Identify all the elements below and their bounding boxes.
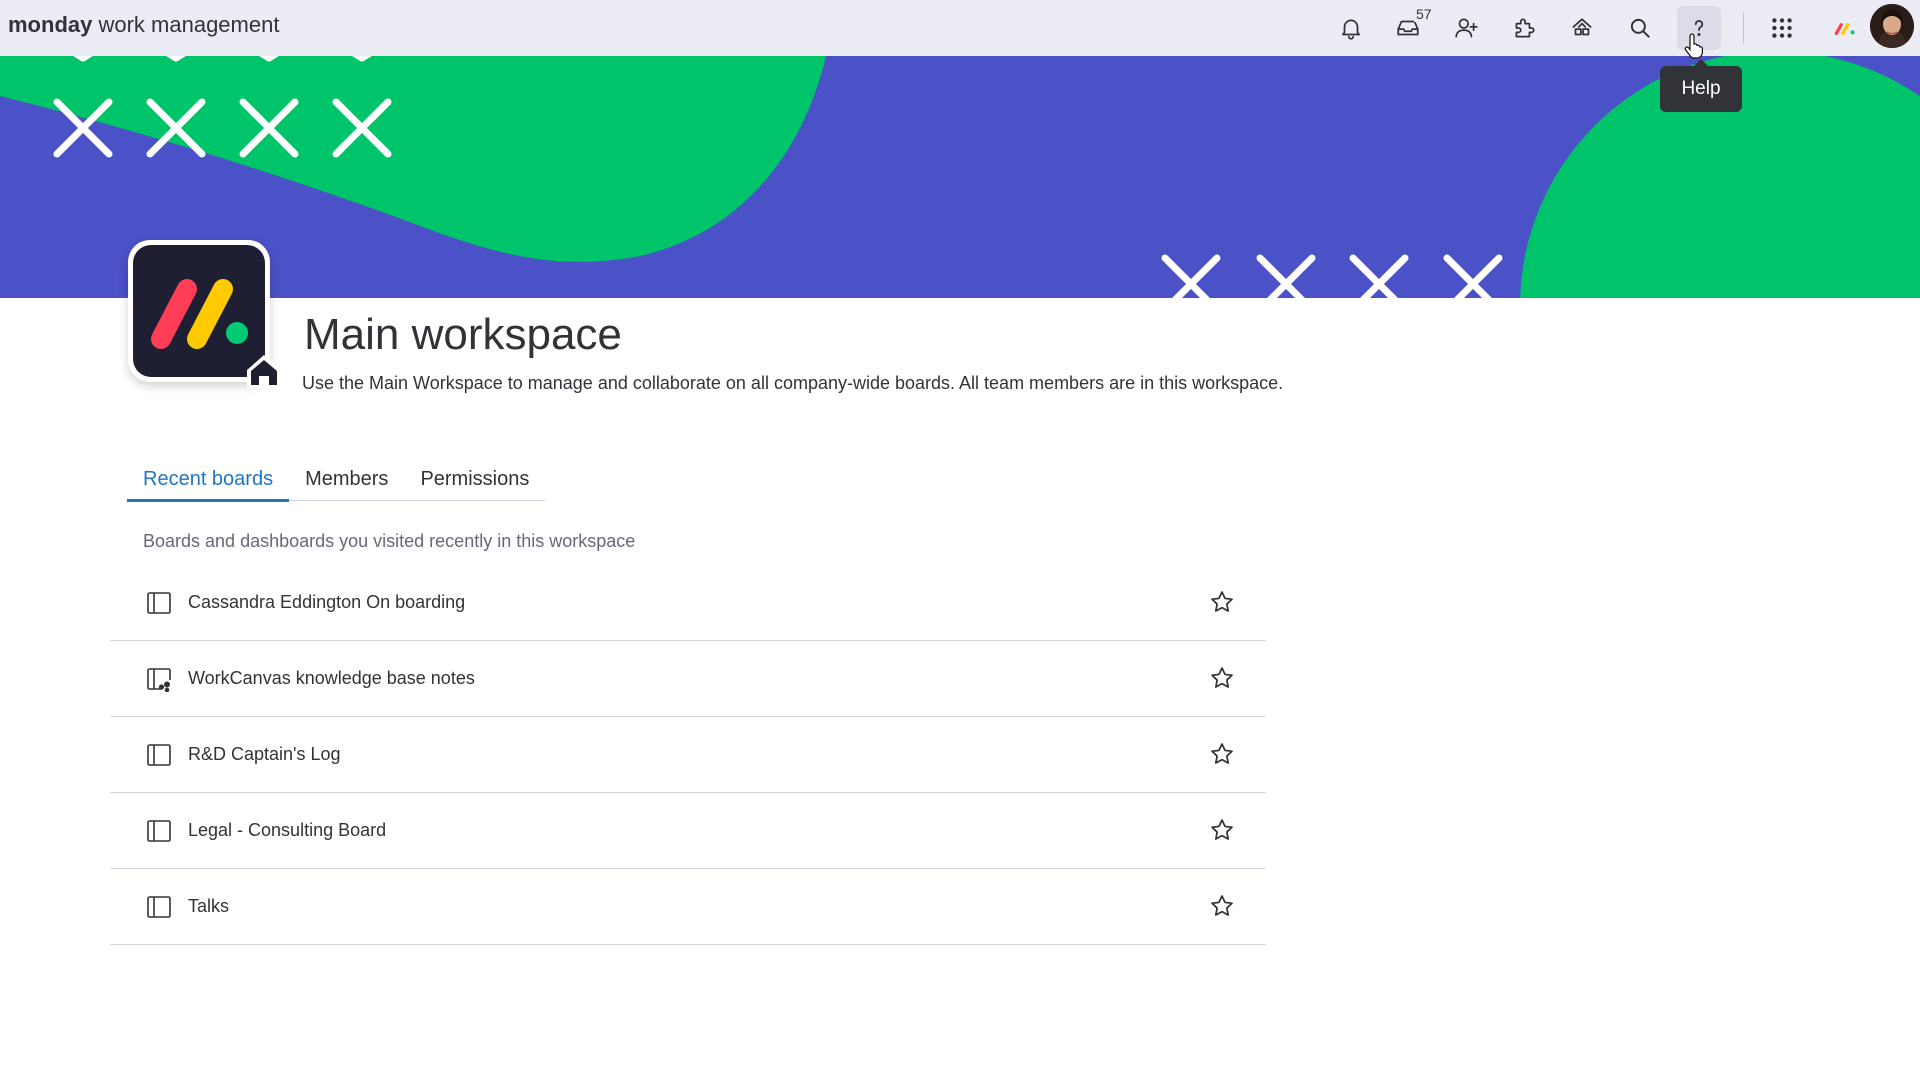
- app-switcher-button[interactable]: [1760, 6, 1804, 50]
- tab-recent-boards[interactable]: Recent boards: [127, 462, 290, 502]
- board-row[interactable]: Talks: [110, 869, 1266, 945]
- brand-product: work management: [92, 12, 280, 37]
- recent-boards-list: Cassandra Eddington On boarding WorkCanv…: [110, 565, 1266, 945]
- board-row[interactable]: WorkCanvas knowledge base notes: [110, 641, 1266, 717]
- banner-graphic: [0, 56, 1920, 298]
- favorite-star-icon[interactable]: [1209, 741, 1235, 767]
- brand-logo[interactable]: monday work management: [8, 12, 279, 38]
- search-icon: [1630, 18, 1650, 38]
- apps-marketplace-icon: [1515, 18, 1535, 38]
- favorite-star-icon[interactable]: [1209, 665, 1235, 691]
- board-icon: [147, 896, 171, 918]
- shared-board-icon: [147, 668, 171, 692]
- monday-products-icon: [1834, 23, 1855, 36]
- tab-members[interactable]: Members: [289, 462, 404, 500]
- top-bar: monday work management 57: [0, 0, 1920, 56]
- avatar-portrait: [1870, 4, 1914, 48]
- board-icon: [147, 820, 171, 842]
- app-switcher-icon: [1772, 18, 1792, 38]
- notifications-button[interactable]: [1329, 6, 1373, 50]
- board-name: R&D Captain's Log: [188, 744, 341, 764]
- invite-members-icon: [1455, 18, 1478, 38]
- workspaces-icon: [1572, 18, 1592, 36]
- brand-name: monday: [8, 12, 93, 37]
- workspaces-button[interactable]: [1560, 6, 1604, 50]
- favorite-star-icon[interactable]: [1209, 817, 1235, 843]
- board-row[interactable]: Legal - Consulting Board: [110, 793, 1266, 869]
- board-row[interactable]: Cassandra Eddington On boarding: [110, 565, 1266, 641]
- tab-permissions[interactable]: Permissions: [404, 462, 545, 500]
- inbox-button[interactable]: 57: [1386, 6, 1434, 50]
- help-tooltip: Help: [1660, 59, 1742, 112]
- board-icon: [147, 744, 171, 766]
- inbox-count-badge: 57: [1414, 6, 1434, 22]
- board-name: Legal - Consulting Board: [188, 820, 387, 840]
- board-name: Cassandra Eddington On boarding: [188, 592, 466, 612]
- workspace-banner: [0, 56, 1920, 298]
- hand-cursor-icon: [1684, 33, 1703, 59]
- recent-boards-caption: Boards and dashboards you visited recent…: [143, 531, 636, 551]
- workspace-title: Main workspace: [304, 310, 622, 359]
- board-row[interactable]: R&D Captain's Log: [110, 717, 1266, 793]
- invite-members-button[interactable]: [1444, 6, 1488, 50]
- notifications-bell-icon: [1342, 19, 1360, 40]
- board-name: WorkCanvas knowledge base notes: [188, 668, 475, 688]
- board-icon: [147, 592, 171, 614]
- board-name: Talks: [188, 896, 230, 916]
- workspace-tabs: Recent boards Members Permissions: [127, 462, 546, 502]
- user-avatar[interactable]: [1870, 4, 1914, 48]
- favorite-star-icon[interactable]: [1209, 893, 1235, 919]
- favorite-star-icon[interactable]: [1209, 589, 1235, 615]
- search-button[interactable]: [1618, 6, 1662, 50]
- apps-marketplace-button[interactable]: [1502, 6, 1546, 50]
- monday-products-button[interactable]: [1823, 6, 1867, 50]
- home-workspace-icon: [247, 355, 281, 388]
- topbar-divider: [1743, 12, 1744, 44]
- workspace-description[interactable]: Use the Main Workspace to manage and col…: [302, 373, 1283, 394]
